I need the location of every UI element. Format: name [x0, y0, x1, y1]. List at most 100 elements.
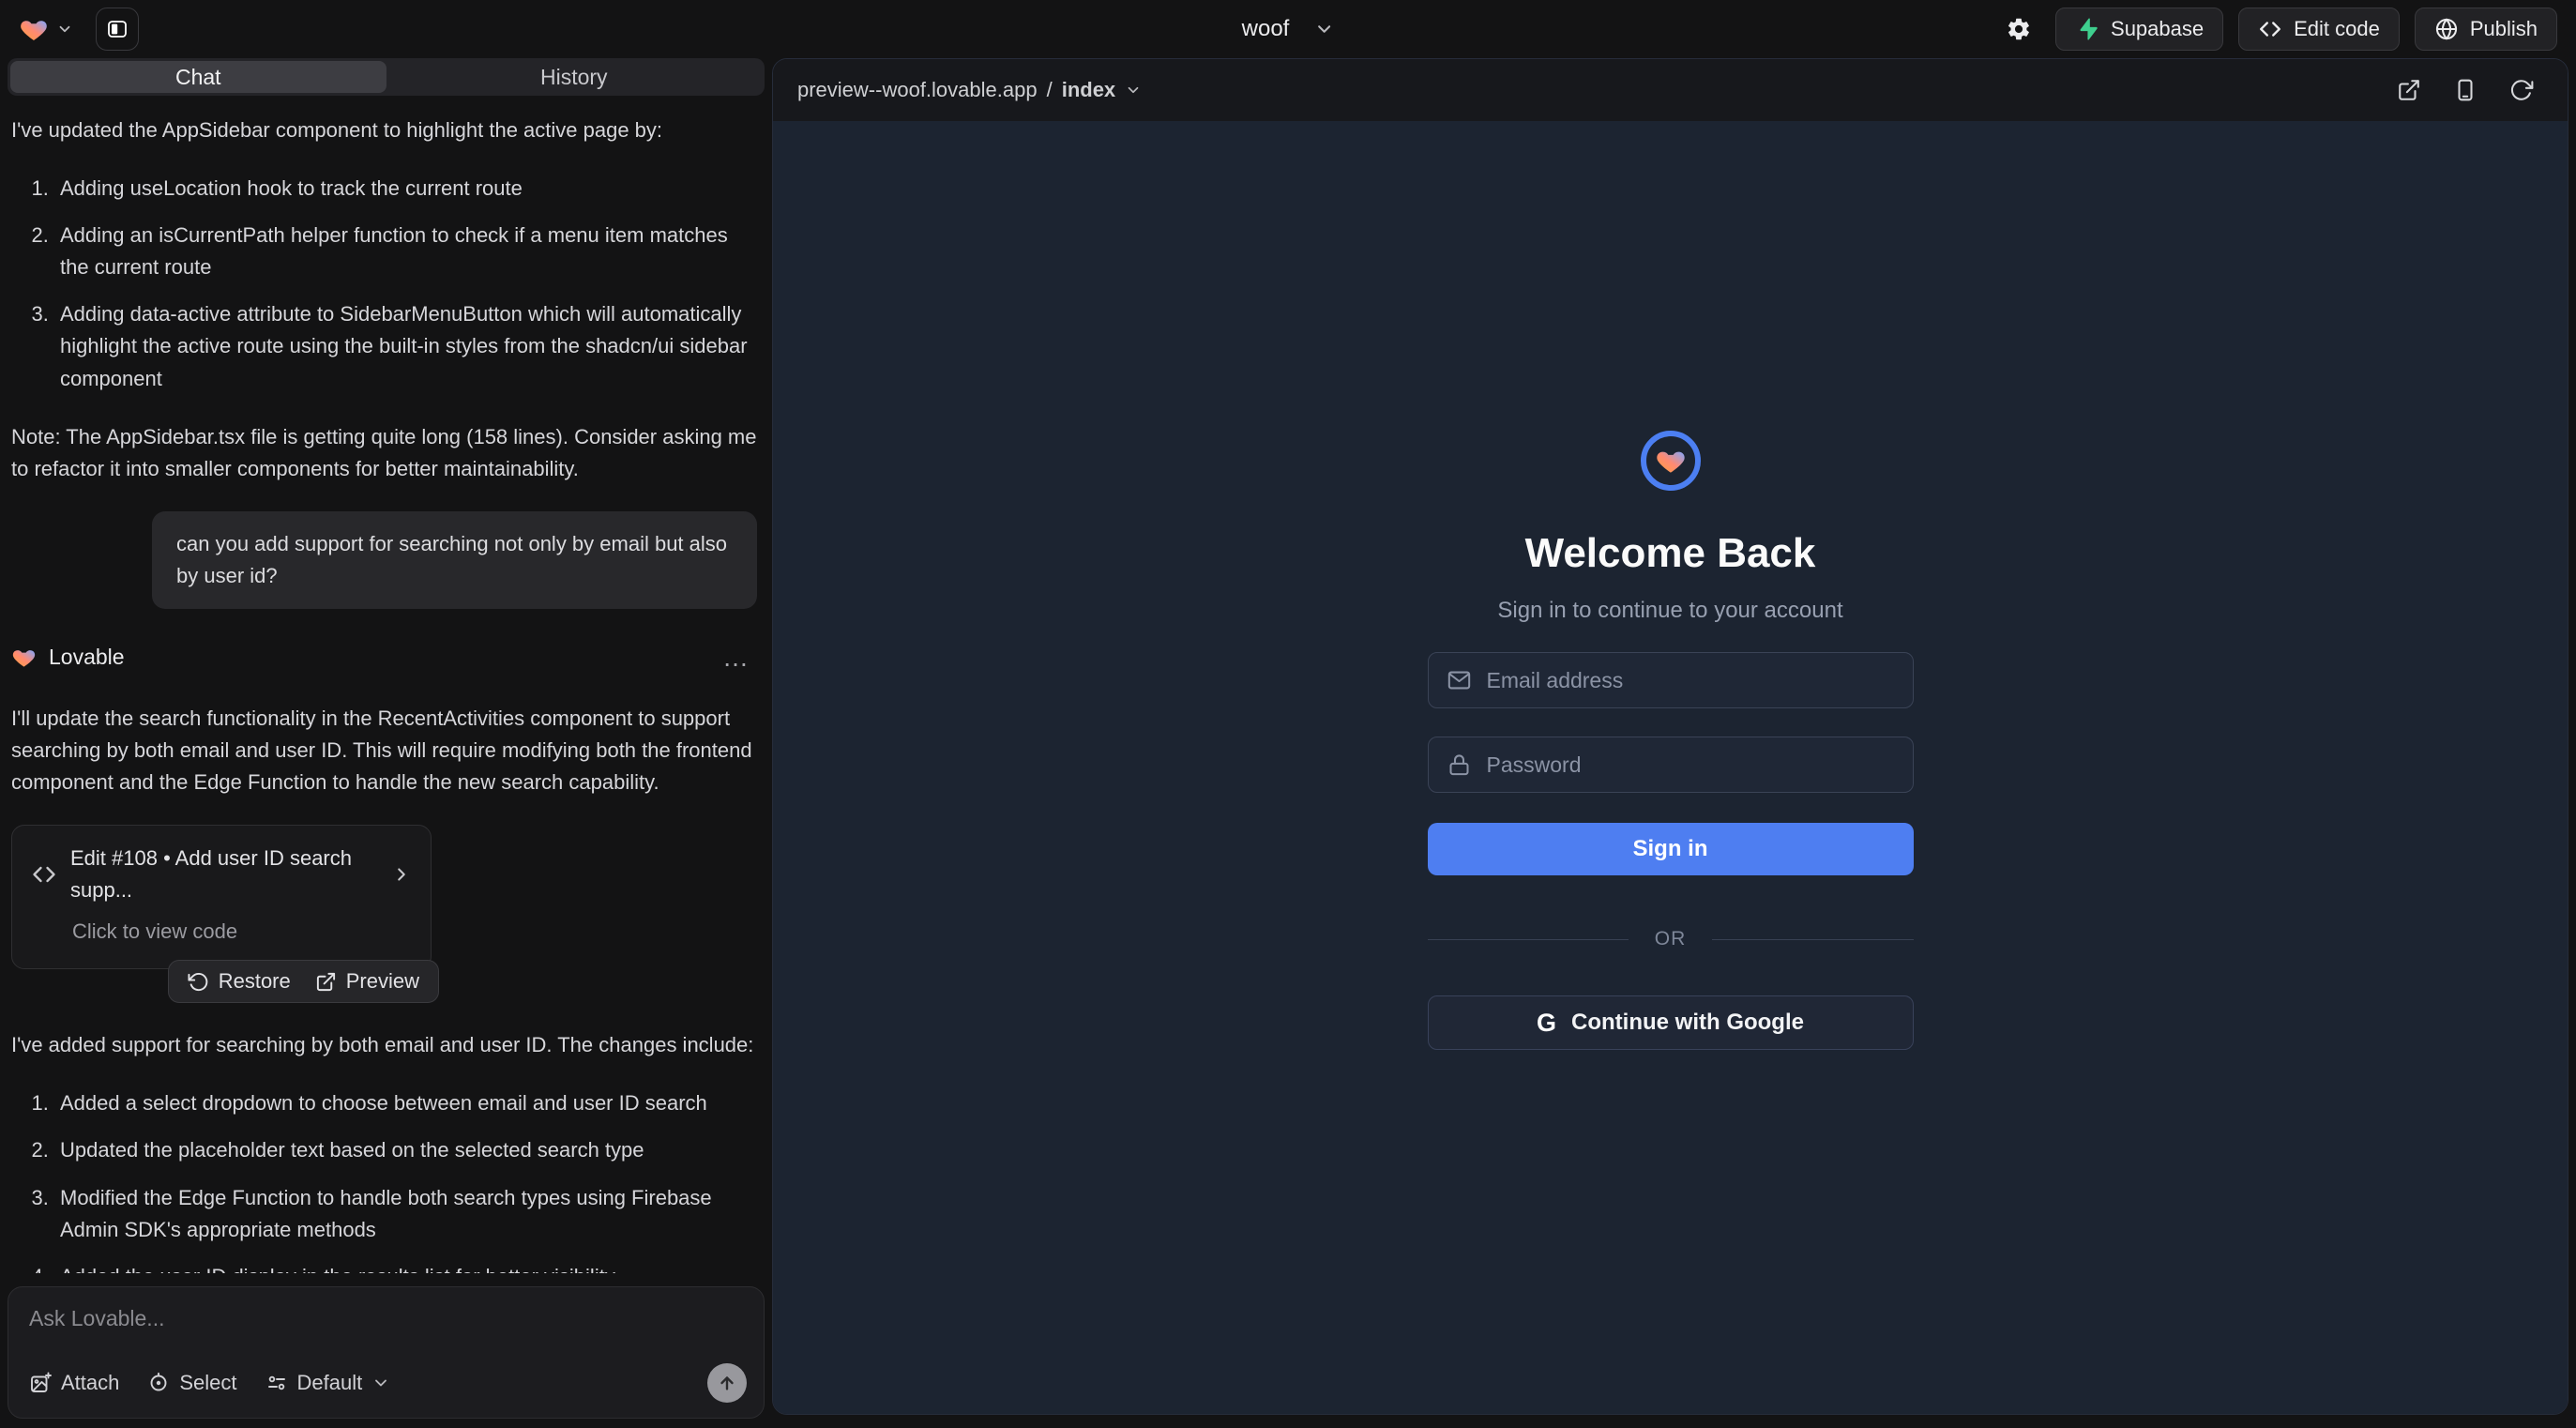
edit-card-subtitle: Click to view code	[72, 916, 412, 948]
preview-header: preview--woof.lovable.app / index	[773, 59, 2568, 121]
signin-title: Welcome Back	[1525, 530, 1816, 577]
select-target-icon	[147, 1372, 170, 1394]
preview-url: preview--woof.lovable.app	[797, 78, 1038, 102]
preview-page-name: index	[1062, 78, 1115, 102]
or-divider: OR	[1428, 928, 1914, 950]
mobile-view-button[interactable]	[2444, 68, 2487, 112]
edit-card[interactable]: Edit #108 • Add user ID search supp... C…	[11, 825, 432, 969]
lovable-app-window: woof Supabase	[0, 0, 2576, 1428]
panel-left-icon	[106, 18, 129, 40]
list-item: Updated the placeholder text based on th…	[54, 1134, 757, 1166]
restore-icon	[188, 971, 209, 993]
signin-button[interactable]: Sign in	[1428, 823, 1914, 875]
user-message-bubble: can you add support for searching not on…	[152, 511, 757, 609]
smartphone-icon	[2453, 78, 2478, 102]
tab-history[interactable]: History	[386, 61, 763, 93]
chevron-down-icon	[371, 1374, 390, 1392]
assistant-msg2-list: Added a select dropdown to choose betwee…	[11, 1087, 757, 1273]
sliders-icon	[265, 1372, 288, 1394]
assistant-msg1-list: Adding useLocation hook to track the cur…	[11, 173, 757, 395]
edit-code-button-label: Edit code	[2294, 17, 2380, 41]
publish-button[interactable]: Publish	[2415, 8, 2557, 51]
globe-icon	[2434, 17, 2459, 41]
edit-card-wrap: Edit #108 • Add user ID search supp... C…	[11, 825, 432, 969]
or-divider-label: OR	[1655, 928, 1687, 950]
signin-card: Welcome Back Sign in to continue to your…	[1428, 431, 1914, 1050]
attach-button-label: Attach	[61, 1371, 119, 1395]
password-field-wrap	[1428, 737, 1914, 793]
preview-url-breadcrumb[interactable]: preview--woof.lovable.app / index	[797, 78, 1142, 102]
google-button-label: Continue with Google	[1571, 1010, 1804, 1036]
google-g-icon: G	[1537, 1009, 1556, 1038]
supabase-icon	[2075, 17, 2099, 41]
chat-panel: Chat History I've updated the AppSidebar…	[0, 58, 772, 1428]
settings-button[interactable]	[1997, 8, 2040, 51]
refresh-icon	[2509, 78, 2534, 102]
preview-button[interactable]: Preview	[315, 969, 419, 994]
list-item: Modified the Edge Function to handle bot…	[54, 1182, 757, 1246]
chevron-right-icon	[391, 864, 412, 885]
mode-button-label: Default	[297, 1371, 363, 1395]
assistant-msg1-intro: I've updated the AppSidebar component to…	[11, 114, 757, 146]
supabase-button-label: Supabase	[2111, 17, 2204, 41]
edit-code-button[interactable]: Edit code	[2238, 8, 2400, 51]
lock-icon	[1447, 752, 1472, 778]
mode-default-button[interactable]: Default	[265, 1371, 391, 1395]
attach-button[interactable]: Attach	[29, 1371, 119, 1395]
edit-card-title: Edit #108 • Add user ID search supp...	[70, 843, 365, 906]
lovable-heart-icon	[11, 645, 37, 670]
external-link-icon	[315, 971, 337, 993]
attach-image-icon	[29, 1372, 52, 1394]
chevron-down-icon	[1313, 19, 1334, 39]
composer: Attach Select Default	[8, 1286, 765, 1419]
project-title: woof	[1242, 16, 1290, 42]
app-logo-circle	[1641, 431, 1701, 491]
gear-icon	[2006, 16, 2032, 42]
tab-chat[interactable]: Chat	[10, 61, 386, 93]
chevron-down-icon	[56, 21, 73, 38]
refresh-button[interactable]	[2500, 68, 2543, 112]
email-field[interactable]	[1428, 652, 1914, 708]
list-item: Added a select dropdown to choose betwee…	[54, 1087, 757, 1119]
send-message-button[interactable]	[707, 1363, 747, 1403]
message-menu-button[interactable]: …	[722, 651, 751, 664]
open-in-new-tab-button[interactable]	[2387, 68, 2431, 112]
arrow-up-icon	[717, 1373, 737, 1393]
select-element-button[interactable]: Select	[147, 1371, 236, 1395]
list-item: Adding data-active attribute to SidebarM…	[54, 298, 757, 394]
edit-card-actions: Restore Preview	[168, 960, 439, 1003]
list-item: Adding an isCurrentPath helper function …	[54, 220, 757, 283]
assistant-msg2-summary: I've added support for searching by both…	[11, 1029, 757, 1061]
code-icon	[31, 861, 57, 888]
code-icon	[2258, 17, 2282, 41]
password-field[interactable]	[1428, 737, 1914, 793]
continue-with-google-button[interactable]: G Continue with Google	[1428, 995, 1914, 1050]
preview-button-label: Preview	[346, 969, 419, 994]
assistant-msg2-intro: I'll update the search functionality in …	[11, 703, 757, 798]
external-link-icon	[2397, 78, 2421, 102]
lovable-heart-icon	[19, 14, 49, 44]
list-item: Added the user ID display in the results…	[54, 1261, 757, 1273]
assistant-name: Lovable	[49, 641, 125, 675]
email-field-wrap	[1428, 652, 1914, 708]
list-item: Adding useLocation hook to track the cur…	[54, 173, 757, 205]
chevron-down-icon	[1125, 82, 1142, 99]
url-separator: /	[1047, 78, 1053, 102]
project-menu-button[interactable]	[1313, 19, 1334, 39]
chat-history-tabs: Chat History	[8, 58, 765, 96]
select-button-label: Select	[179, 1371, 236, 1395]
signin-subtitle: Sign in to continue to your account	[1497, 598, 1842, 624]
preview-panel: preview--woof.lovable.app / index	[772, 58, 2568, 1415]
heart-icon	[1655, 445, 1687, 477]
restore-button-label: Restore	[219, 969, 291, 994]
restore-button[interactable]: Restore	[188, 969, 291, 994]
topbar: woof Supabase	[0, 0, 2576, 58]
assistant-header: Lovable …	[11, 641, 757, 675]
lovable-logo-menu[interactable]	[19, 14, 73, 44]
supabase-button[interactable]: Supabase	[2055, 8, 2223, 51]
publish-button-label: Publish	[2470, 17, 2538, 41]
composer-input[interactable]	[29, 1306, 747, 1331]
preview-iframe: Welcome Back Sign in to continue to your…	[773, 121, 2568, 1414]
mail-icon	[1447, 668, 1472, 693]
toggle-sidebar-button[interactable]	[96, 8, 139, 51]
